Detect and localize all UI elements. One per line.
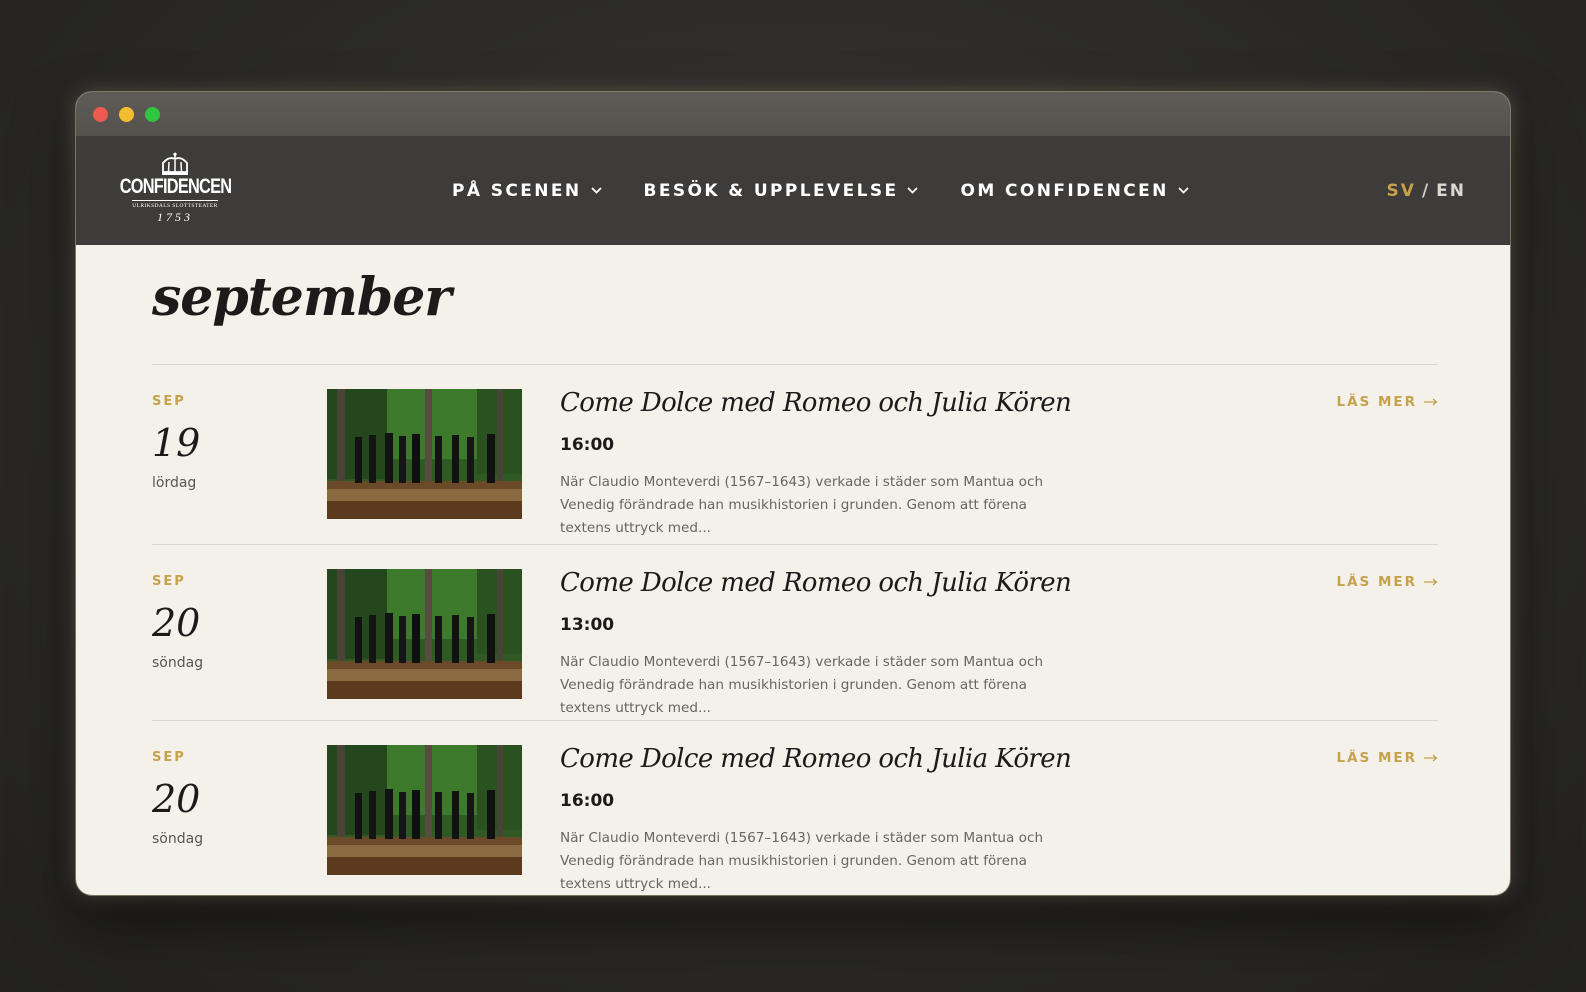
chevron-down-icon (590, 187, 602, 194)
logo-year: 1753 (157, 210, 193, 224)
read-more-label: LÄS MER (1336, 394, 1417, 410)
logo-subtitle: ULRIKSDALS SLOTTSTEATER (132, 200, 218, 209)
arrow-right-icon (1424, 578, 1438, 586)
lang-sv-link[interactable]: SV (1387, 181, 1416, 201)
event-image[interactable] (327, 389, 522, 519)
logo-wordmark: CONFIDENCEN (119, 175, 231, 198)
lang-en-link[interactable]: EN (1436, 181, 1466, 201)
site-header: CONFIDENCEN ULRIKSDALS SLOTTSTEATER 1753… (76, 136, 1510, 245)
event-image[interactable] (327, 569, 522, 699)
arrow-right-icon (1424, 398, 1438, 406)
menu-item-om-confidencen[interactable]: OM CONFIDENCEN (960, 180, 1189, 201)
language-switcher: SV / EN (1387, 136, 1466, 245)
crown-icon (162, 152, 188, 175)
menu-item-besok-upplevelse[interactable]: BESÖK & UPPLEVELSE (644, 181, 919, 201)
minimize-window-button[interactable] (119, 106, 134, 122)
read-more-link[interactable]: LÄS MER (1336, 750, 1438, 766)
chevron-down-icon (907, 187, 919, 194)
site-logo[interactable]: CONFIDENCEN ULRIKSDALS SLOTTSTEATER 1753 (119, 152, 232, 232)
main-menu: PÅ SCENEN BESÖK & UPPLEVELSE OM CONFIDEN… (452, 136, 1189, 245)
event-description: När Claudio Monteverdi (1567–1643) verka… (560, 654, 1044, 716)
event-weekday: lördag (152, 475, 197, 491)
event-row: SEP 20 söndag Come Dolce med Romeo och J… (152, 721, 1438, 895)
main-content: september SEP 19 lördag Come Dolce med R… (76, 267, 1510, 895)
choir-photo (327, 745, 522, 875)
read-more-label: LÄS MER (1336, 574, 1417, 590)
menu-item-label: OM CONFIDENCEN (960, 180, 1169, 201)
maximize-window-button[interactable] (145, 106, 160, 122)
event-row: SEP 19 lördag Come Dolce med Romeo och J… (152, 365, 1438, 545)
event-day: 20 (152, 601, 201, 645)
chevron-down-icon (1178, 187, 1189, 194)
lang-separator: / (1421, 180, 1431, 201)
event-time: 16:00 (560, 791, 615, 811)
month-heading: september (152, 267, 452, 328)
event-month: SEP (152, 750, 186, 765)
event-day: 19 (152, 421, 201, 465)
event-list: SEP 19 lördag Come Dolce med Romeo och J… (152, 364, 1438, 895)
event-image[interactable] (327, 745, 522, 875)
event-title-link[interactable]: Come Dolce med Romeo och Julia Kören (560, 388, 1072, 418)
event-month: SEP (152, 394, 186, 409)
event-day: 20 (152, 777, 201, 821)
event-description: När Claudio Monteverdi (1567–1643) verka… (560, 830, 1044, 892)
event-time: 13:00 (560, 615, 615, 635)
close-window-button[interactable] (93, 106, 108, 122)
menu-item-label: BESÖK & UPPLEVELSE (643, 180, 899, 201)
window-titlebar (76, 92, 1510, 136)
choir-photo (327, 569, 522, 699)
menu-item-label: PÅ SCENEN (452, 180, 582, 201)
event-title-link[interactable]: Come Dolce med Romeo och Julia Kören (560, 744, 1072, 774)
event-weekday: söndag (152, 655, 204, 671)
event-weekday: söndag (152, 831, 204, 847)
event-time: 16:00 (560, 435, 615, 455)
menu-item-pa-scenen[interactable]: PÅ SCENEN (452, 181, 602, 201)
event-description: När Claudio Monteverdi (1567–1643) verka… (560, 474, 1044, 536)
browser-window: CONFIDENCEN ULRIKSDALS SLOTTSTEATER 1753… (76, 92, 1510, 895)
event-row: SEP 20 söndag Come Dolce med Romeo och J… (152, 545, 1438, 721)
choir-photo (327, 389, 522, 519)
event-month: SEP (152, 574, 186, 589)
read-more-label: LÄS MER (1336, 750, 1417, 766)
event-title-link[interactable]: Come Dolce med Romeo och Julia Kören (560, 568, 1072, 598)
read-more-link[interactable]: LÄS MER (1336, 394, 1438, 410)
arrow-right-icon (1424, 754, 1438, 762)
read-more-link[interactable]: LÄS MER (1336, 574, 1438, 590)
